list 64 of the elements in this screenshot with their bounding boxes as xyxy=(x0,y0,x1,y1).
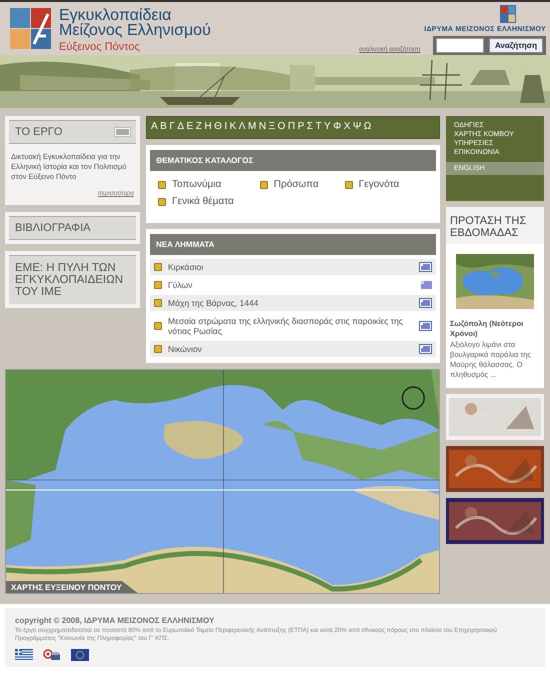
category-link[interactable]: Γενικά θέματα xyxy=(172,196,234,207)
email-icon xyxy=(43,649,61,661)
bullet-icon xyxy=(158,180,166,188)
logo-icon xyxy=(10,8,53,51)
letter-link[interactable]: Ξ xyxy=(268,121,276,132)
foundation-logo-icon xyxy=(500,5,516,23)
bullet-icon xyxy=(154,345,162,353)
entry-link[interactable]: Γύλων xyxy=(168,280,192,290)
section-title: ΤΟ ΕΡΓΟ xyxy=(15,126,62,138)
letter-link[interactable]: Χ xyxy=(344,121,350,132)
category-link[interactable]: Γεγονότα xyxy=(358,179,400,190)
image-icon[interactable] xyxy=(419,321,432,331)
site-subtitle: Εύξεινος Πόντος xyxy=(59,41,141,54)
letter-link[interactable]: Ζ xyxy=(196,121,202,132)
letter-link[interactable]: Ι xyxy=(224,121,228,132)
section-title: ΠΡΟΤΑΣΗ ΤΗΣ ΕΒΔΟΜΑΔΑΣ xyxy=(449,214,528,241)
letter-link[interactable]: Υ xyxy=(324,121,331,132)
copyright-text: copyright © 2008, ΙΔΡΥΜΑ ΜΕΙΖΟΝΟΣ ΕΛΛΗΝΙΣΜΟΥ xyxy=(15,616,216,625)
letter-link[interactable]: Μ xyxy=(248,121,256,132)
letter-link[interactable]: Δ xyxy=(177,121,184,132)
site-title: Εγκυκλοπαίδεια xyxy=(59,8,172,23)
letter-link[interactable]: Θ xyxy=(214,121,222,132)
map-caption: ΧΑΡΤΗΣ ΕΥΞΕΙΝΟΥ ΠΟΝΤΟΥ xyxy=(6,581,138,593)
bullet-icon xyxy=(344,180,353,188)
letter-link[interactable]: Ψ xyxy=(352,121,362,132)
letter-link[interactable]: Λ xyxy=(238,121,246,132)
bullet-icon xyxy=(154,263,162,271)
bullet-icon xyxy=(154,281,162,289)
bullet-icon xyxy=(260,180,268,188)
letter-link[interactable]: Η xyxy=(204,121,212,132)
bullet-icon xyxy=(154,299,162,307)
entry-link[interactable]: Μεσαία στρώματα της ελληνικής διασποράς στις παροικίες της νότιας Ρωσίας xyxy=(168,316,413,336)
image-icon[interactable] xyxy=(419,262,432,272)
portal-link[interactable]: ΕΜΕ: Η ΠΥΛΗ ΤΩΝ ΕΓΚΥΚΛΟΠΑΙΔΕΙΩΝ ΤΟΥ ΙΜΕ xyxy=(9,255,136,304)
image-icon[interactable] xyxy=(419,298,432,308)
letter-link[interactable]: Ρ xyxy=(298,121,304,132)
letter-link[interactable]: Γ xyxy=(169,121,175,132)
section-header: ΝΕΑ ΛΗΜΜΑΤΑ xyxy=(150,234,436,255)
letter-link[interactable]: Φ xyxy=(333,121,342,132)
letter-link[interactable]: Π xyxy=(288,121,296,132)
entry-link[interactable]: Μάχη της Βάρνας, 1444 xyxy=(168,298,258,308)
letter-link[interactable]: Ο xyxy=(278,121,286,132)
letter-link[interactable]: Ε xyxy=(186,121,194,132)
letter-link[interactable]: Τ xyxy=(315,121,322,132)
bullet-icon xyxy=(154,322,162,330)
letter-link[interactable]: Ω xyxy=(364,121,372,132)
letter-link[interactable]: Α xyxy=(151,121,158,132)
bullet-icon xyxy=(158,198,166,206)
letter-link[interactable]: Ν xyxy=(258,121,266,132)
bibliography-link[interactable]: ΒΙΒΛΙΟΓΡΑΦΙΑ xyxy=(9,216,136,240)
entry-link[interactable]: Κιρκάσιοι xyxy=(168,262,204,272)
letter-link[interactable]: Σ xyxy=(306,121,313,132)
flag-icon xyxy=(71,649,89,661)
image-icon[interactable] xyxy=(419,344,432,354)
flag-icon xyxy=(15,649,33,661)
search-field[interactable] xyxy=(436,38,484,53)
section-header: ΘΕΜΑΤΙΚΟΣ ΚΑΤΑΛΟΓΟΣ xyxy=(150,150,436,171)
category-link[interactable]: Πρόσωπα xyxy=(274,179,319,190)
letter-link[interactable]: Κ xyxy=(230,121,236,132)
entry-link[interactable]: Νικώνιον xyxy=(168,344,202,354)
search-button[interactable]: Αναζήτηση xyxy=(488,38,543,53)
category-link[interactable]: Τοπωνύμια xyxy=(172,179,222,190)
site-title: Μείζονος Ελληνισμού xyxy=(59,23,211,38)
letter-link[interactable]: Β xyxy=(160,121,167,132)
